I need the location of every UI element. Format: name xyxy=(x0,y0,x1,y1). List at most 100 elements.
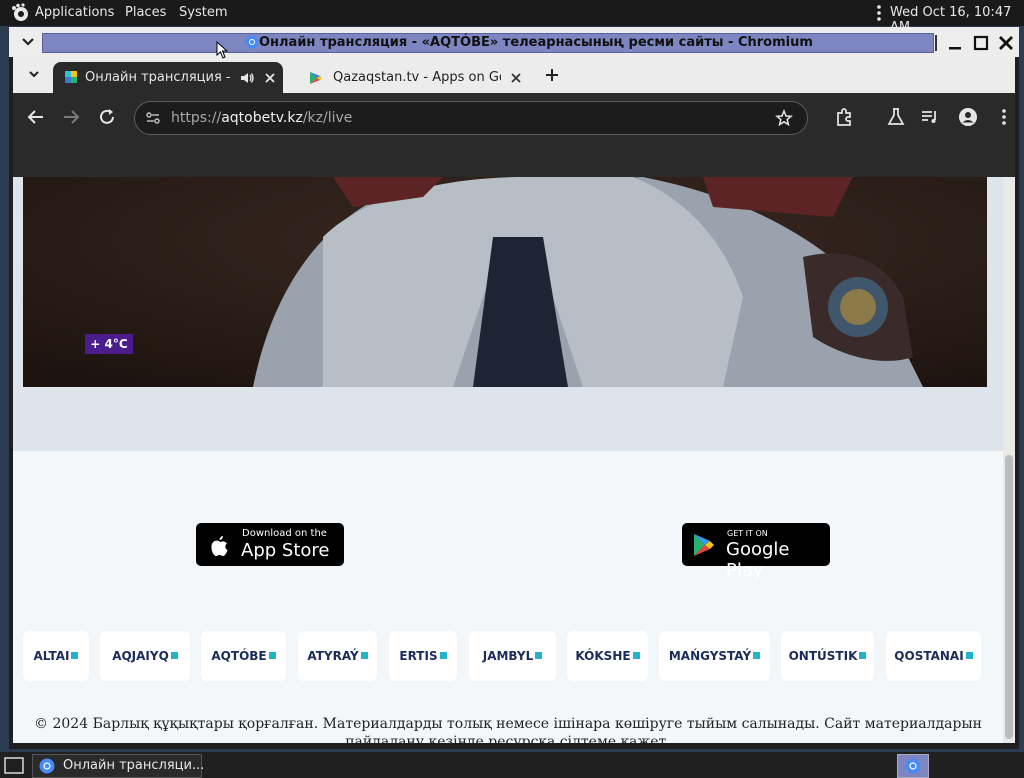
window-menu-chevron-icon[interactable] xyxy=(19,33,37,51)
reload-icon[interactable] xyxy=(96,106,118,128)
browser-toolbar: https://aqtobetv.kz/kz/live xyxy=(13,93,1015,177)
region-label: JAMBYL xyxy=(482,649,534,663)
tab-active[interactable]: Онлайн трансляция - «А xyxy=(53,62,283,93)
extensions-puzzle-icon[interactable] xyxy=(833,106,855,128)
page-scrollbar[interactable] xyxy=(1003,177,1015,743)
region-mark-icon xyxy=(535,652,543,659)
region-mark-icon xyxy=(439,652,447,659)
region-mark-icon xyxy=(753,652,761,659)
show-desktop-icon[interactable] xyxy=(4,756,26,774)
maximize-icon[interactable] xyxy=(971,33,991,53)
url-scheme: https:// xyxy=(171,110,222,126)
region-altai[interactable]: ALTAI xyxy=(23,631,89,681)
taskbar-item-label: Онлайн трансляци... xyxy=(63,758,205,773)
region-atyrau[interactable]: ATYRAÝ xyxy=(298,631,377,681)
taskbar-chromium-window[interactable]: Онлайн трансляци... xyxy=(32,754,205,778)
chromium-icon xyxy=(39,758,55,774)
top-panel: Applications Places System Wed Oct 16, 1… xyxy=(0,0,1024,35)
window-titlebar[interactable]: Онлайн трансляция - «AQTÓBE» телеарнасын… xyxy=(9,27,1019,57)
copyright-line-2: пайдалану кезінде ресурсқа сілтеме қажет… xyxy=(345,734,671,743)
region-aqtobe[interactable]: AQTÓBE xyxy=(201,631,286,681)
region-label: AQJAIYQ xyxy=(112,649,169,663)
region-mark-icon xyxy=(965,652,973,659)
gnome-foot-icon[interactable] xyxy=(10,3,30,23)
region-label: ONTÚSTIK xyxy=(788,649,858,663)
app-store-button[interactable]: Download on the App Store xyxy=(196,523,344,566)
chromium-icon xyxy=(905,758,921,774)
google-play-button[interactable]: GET IT ON Google Play xyxy=(682,523,830,581)
url-path: /kz/live xyxy=(302,110,353,126)
close-window-icon[interactable] xyxy=(996,33,1016,53)
google-play-small-text: GET IT ON xyxy=(727,529,768,538)
tab-close-icon[interactable] xyxy=(263,71,277,85)
chromium-icon xyxy=(245,35,259,49)
url-text: https://aqtobetv.kz/kz/live xyxy=(171,110,352,126)
google-play-big-text: Google Play xyxy=(726,539,790,581)
region-label: ATYRAÝ xyxy=(307,649,359,663)
back-arrow-icon[interactable] xyxy=(25,106,47,128)
address-bar[interactable]: https://aqtobetv.kz/kz/live xyxy=(134,101,808,135)
forward-arrow-icon[interactable] xyxy=(60,106,82,128)
url-domain: aqtobetv.kz xyxy=(221,110,303,126)
kebab-menu-icon[interactable] xyxy=(993,106,1015,128)
labs-flask-icon[interactable] xyxy=(885,106,907,128)
vertical-dots-icon[interactable] xyxy=(874,4,884,22)
minimize-icon[interactable] xyxy=(945,33,965,53)
region-kokshe[interactable]: KÓKSHE xyxy=(567,631,648,681)
scrollbar-thumb[interactable] xyxy=(1005,455,1013,739)
browser-window: Онлайн трансляция - «AQTÓBE» телеарнасын… xyxy=(9,27,1019,749)
region-mark-icon xyxy=(859,652,867,659)
page-viewport: + 4°C Download on the App Store GET IT O… xyxy=(13,177,1003,743)
region-label: ERTIS xyxy=(399,649,438,663)
region-label: KÓKSHE xyxy=(575,649,631,663)
region-aqjaiyq[interactable]: AQJAIYQ xyxy=(100,631,190,681)
menu-system[interactable]: System xyxy=(179,5,227,20)
live-video-player[interactable]: + 4°C xyxy=(23,177,987,387)
region-mark-icon xyxy=(268,652,276,659)
region-mangystau[interactable]: MAŃGYSTAÝ xyxy=(659,631,770,681)
tab-qazaqstan[interactable]: Qazaqstan.tv - Apps on Goo xyxy=(295,62,521,93)
region-qostanai[interactable]: QOSTANAI xyxy=(886,631,981,681)
apple-logo-icon xyxy=(211,536,228,556)
aqtobe-favicon-icon xyxy=(65,71,77,83)
region-label: ALTAI xyxy=(33,649,70,663)
region-mark-icon xyxy=(632,652,640,659)
tab-active-label: Онлайн трансляция - «А xyxy=(85,70,233,85)
region-ertis[interactable]: ERTIS xyxy=(389,631,457,681)
copyright-line-1: © 2024 Барлық құқықтары қорғалған. Матер… xyxy=(34,716,982,732)
workspace-switcher[interactable] xyxy=(897,754,929,778)
region-mark-icon xyxy=(71,652,79,659)
title-separator xyxy=(935,35,937,51)
media-controls-icon[interactable] xyxy=(919,106,941,128)
region-label: MAŃGYSTAÝ xyxy=(668,649,752,663)
new-tab-plus-icon[interactable] xyxy=(543,66,561,84)
menu-applications[interactable]: Applications xyxy=(35,5,114,20)
tab-strip: Онлайн трансляция - «А Qazaqstan.tv - Ap… xyxy=(13,57,1015,93)
site-settings-icon[interactable] xyxy=(145,110,161,126)
region-mark-icon xyxy=(360,652,368,659)
mouse-cursor-icon xyxy=(216,41,228,59)
tab-close-icon[interactable] xyxy=(509,71,523,85)
menu-places[interactable]: Places xyxy=(125,5,166,20)
google-play-favicon-icon xyxy=(310,72,322,84)
footer-area xyxy=(13,451,1003,743)
bookmark-star-icon[interactable] xyxy=(775,109,793,127)
app-store-big-text: App Store xyxy=(241,540,330,561)
speaker-icon[interactable] xyxy=(239,70,255,86)
region-mark-icon xyxy=(170,652,178,659)
video-frame-image xyxy=(23,177,987,387)
tab-qazaqstan-label: Qazaqstan.tv - Apps on Goo xyxy=(333,70,501,85)
temperature-badge: + 4°C xyxy=(85,334,133,354)
region-label: QOSTANAI xyxy=(894,649,964,663)
bottom-taskbar: Онлайн трансляци... xyxy=(0,752,1024,778)
window-title: Онлайн трансляция - «AQTÓBE» телеарнасын… xyxy=(259,35,813,50)
tab-search-chevron-icon[interactable] xyxy=(25,65,43,83)
app-store-small-text: Download on the xyxy=(242,528,327,539)
copyright-text: © 2024 Барлық құқықтары қорғалған. Матер… xyxy=(23,715,993,743)
gray-spacer xyxy=(13,387,1003,451)
google-play-logo-icon xyxy=(694,534,714,556)
profile-avatar-icon[interactable] xyxy=(957,106,979,128)
region-label: AQTÓBE xyxy=(211,649,267,663)
region-jambyl[interactable]: JAMBYL xyxy=(469,631,556,681)
region-ontustik[interactable]: ONTÚSTIK xyxy=(781,631,874,681)
